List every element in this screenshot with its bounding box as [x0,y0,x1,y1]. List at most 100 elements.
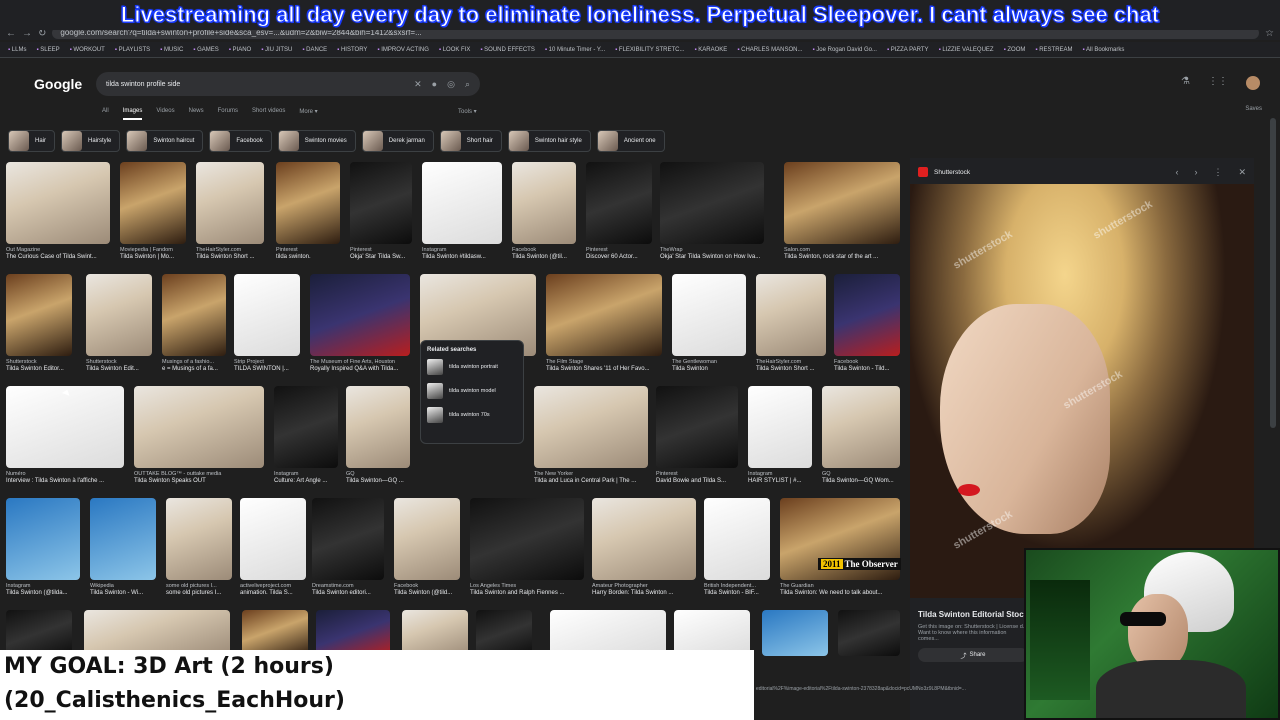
result-caption[interactable]: Instagram Culture: Art Angle ... [274,471,338,485]
related-item[interactable]: tilda swinton model [427,383,517,399]
labs-icon[interactable]: ⚗ [1181,76,1190,90]
result-caption[interactable]: Out Magazine The Curious Case of Tilda Sw… [6,247,110,261]
result-thumbnail[interactable] [586,162,652,244]
tab-short-videos[interactable]: Short videos [252,108,285,120]
search-box[interactable]: tilda swinton profile side ✕ ● ◎ ⌕ [96,72,480,96]
mic-icon[interactable]: ● [432,79,437,89]
result-caption[interactable]: British Independent... Tilda Swinton - BI… [704,583,770,597]
bookmark-item[interactable]: MUSIC [160,47,183,53]
bookmark-item[interactable]: CHARLES MANSON... [737,47,802,53]
result-thumbnail[interactable] [534,386,648,468]
result-thumbnail[interactable] [276,162,340,244]
preview-source[interactable]: Shutterstock [934,169,1159,176]
lens-icon[interactable]: ◎ [447,79,455,90]
result-caption[interactable]: some old pictures I... some old pictures … [166,583,232,597]
result-thumbnail[interactable] [234,274,300,356]
filter-chip[interactable]: Hair [8,130,56,152]
more-icon[interactable]: ⋮ [1213,167,1222,178]
result-thumbnail[interactable] [196,162,264,244]
result-thumbnail[interactable] [592,498,696,580]
preview-image[interactable]: shutterstock shutterstock shutterstock s… [910,184,1254,598]
bookmark-item[interactable]: SOUND EFFECTS [480,47,535,53]
result-caption[interactable]: Strip Project TILDA SWINTON |... [234,359,300,373]
result-thumbnail[interactable] [166,498,232,580]
bookmark-item[interactable]: SLEEP [36,47,59,53]
filter-chip[interactable]: Swinton hair style [507,130,591,152]
result-thumbnail[interactable] [310,274,410,356]
next-icon[interactable]: › [1194,167,1197,177]
bookmark-item[interactable]: HISTORY [337,47,367,53]
bookmark-item[interactable]: JIU JITSU [261,47,292,53]
result-caption[interactable]: Facebook Tilda Swinton (@tild... [394,583,460,597]
result-caption[interactable]: Pinterest Okja' Star Tilda Sw... [350,247,412,261]
related-item[interactable]: tilda swinton 70s [427,407,517,423]
result-thumbnail[interactable] [704,498,770,580]
search-icon[interactable]: ⌕ [465,79,470,90]
filter-chip[interactable]: Ancient one [596,130,665,152]
bookmark-item[interactable]: LOOK FIX [439,47,471,53]
tab-news[interactable]: News [189,108,204,120]
related-item[interactable]: tilda swinton portrait [427,359,517,375]
bookmark-item[interactable]: PIZZA PARTY [887,47,929,53]
result-caption[interactable]: OUTTAKE BLOG™ - outtake media Tilda Swint… [134,471,264,485]
close-icon[interactable]: ✕ [1238,167,1246,178]
filter-chip[interactable]: Hairstyle [61,130,121,152]
filter-chip[interactable]: Short hair [439,130,502,152]
result-caption[interactable]: TheWrap Okja' Star Tilda Swinton on How I… [660,247,764,261]
bookmark-item[interactable]: GAMES [193,47,219,53]
result-thumbnail[interactable] [120,162,186,244]
result-thumbnail[interactable] [6,274,72,356]
bookmark-item[interactable]: PIANO [229,47,252,53]
result-caption[interactable]: GQ Tilda Swinton—GQ ... [346,471,410,485]
tab-more[interactable]: More ▾ [299,108,317,120]
result-caption[interactable]: Amateur Photographer Harry Borden: Tilda … [592,583,696,597]
filter-chip[interactable]: Facebook [209,130,272,152]
result-caption[interactable]: TheHairStyler.com Tilda Swinton Short ... [756,359,826,373]
result-caption[interactable]: Instagram Tilda Swinton (@tilda... [6,583,80,597]
result-thumbnail[interactable] [838,610,900,656]
result-caption[interactable]: Instagram Tilda Swinton #tildasw... [422,247,502,261]
prev-icon[interactable]: ‹ [1175,167,1178,177]
bookmark-item[interactable]: IMPROV ACTING [377,47,429,53]
result-thumbnail[interactable] [312,498,384,580]
preview-title[interactable]: Tilda Swinton Editorial Stock P... [918,610,1041,619]
bookmark-item[interactable]: ZOOM [1004,47,1025,53]
result-thumbnail[interactable] [90,498,156,580]
result-thumbnail[interactable] [86,274,152,356]
result-thumbnail[interactable] [512,162,576,244]
bookmark-item[interactable]: KARAOKE [695,47,727,53]
result-caption[interactable]: Shutterstock Tilda Swinton Edit... [86,359,152,373]
bookmark-item[interactable]: Joe Rogan David Go... [812,47,877,53]
result-thumbnail[interactable] [274,386,338,468]
bookmark-item[interactable]: FLEXIBILITY STRETC... [615,47,685,53]
result-caption[interactable]: Dreamstime.com Tilda Swinton editori... [312,583,384,597]
bookmark-item[interactable]: DANCE [302,47,327,53]
search-input[interactable]: tilda swinton profile side [106,81,404,88]
result-thumbnail[interactable] [660,162,764,244]
result-caption[interactable]: Instagram HAIR STYLIST | #... [748,471,812,485]
result-caption[interactable]: Pinterest David Bowie and Tilda S... [656,471,738,485]
bookmark-item[interactable]: LIZZIE VALEQUEZ [939,47,993,53]
apps-icon[interactable]: ⋮⋮ [1208,76,1228,90]
result-thumbnail[interactable] [422,162,502,244]
bookmark-item[interactable]: WORKOUT [70,47,104,53]
result-caption[interactable]: Los Angeles Times Tilda Swinton and Ralph… [470,583,584,597]
result-caption[interactable]: Pinterest tilda swinton. [276,247,340,261]
filter-chip[interactable]: Swinton haircut [126,130,204,152]
bookmark-item[interactable]: LLMs [8,47,27,53]
bookmark-item[interactable]: 10 Minute Timer - Y... [545,47,605,53]
result-caption[interactable]: The New Yorker Tilda and Luca in Central … [534,471,648,485]
result-thumbnail[interactable] [134,386,264,468]
result-caption[interactable]: Salon.com Tilda Swinton, rock star of the… [784,247,900,261]
result-caption[interactable]: Musings of a fashio... e = Musings of a f… [162,359,226,373]
result-thumbnail[interactable] [672,274,746,356]
result-thumbnail[interactable] [834,274,900,356]
result-thumbnail[interactable] [470,498,584,580]
result-caption[interactable]: Numéro Interview : Tilda Swinton à l'affi… [6,471,124,485]
tab-all[interactable]: All [102,108,109,120]
result-thumbnail[interactable] [350,162,412,244]
result-thumbnail[interactable] [6,162,110,244]
clear-icon[interactable]: ✕ [414,79,422,90]
result-thumbnail[interactable] [756,274,826,356]
result-caption[interactable]: TheHairStyler.com Tilda Swinton Short ... [196,247,264,261]
